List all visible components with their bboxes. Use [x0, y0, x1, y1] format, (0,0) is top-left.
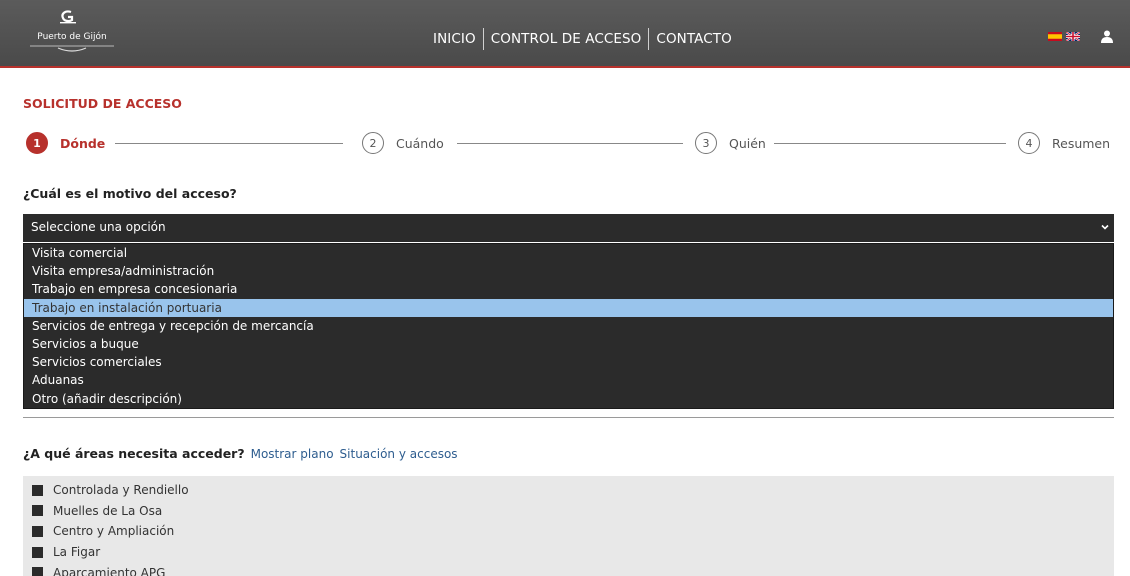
- show-map-link[interactable]: Mostrar plano: [251, 447, 334, 461]
- nav-contacto[interactable]: CONTACTO: [656, 31, 731, 47]
- nav-control-de-acceso[interactable]: CONTROL DE ACCESO: [491, 31, 642, 47]
- step-number: 4: [1018, 132, 1040, 154]
- location-access-link[interactable]: Situación y accesos: [340, 447, 458, 461]
- page-title: SOLICITUD DE ACCESO: [23, 96, 182, 111]
- top-bar: Puerto de Gijón INICIO CONTROL DE ACCESO…: [0, 0, 1130, 68]
- description-field-underline: [23, 408, 1114, 418]
- access-reason-dropdown: Visita comercial Visita empresa/administ…: [23, 243, 1114, 409]
- step-label: Resumen: [1052, 135, 1111, 151]
- nav-divider: [648, 28, 650, 50]
- step-connector: [774, 143, 1006, 144]
- areas-header: ¿A qué áreas necesita acceder? Mostrar p…: [23, 446, 458, 461]
- option-servicios-buque[interactable]: Servicios a buque: [24, 335, 1113, 353]
- access-reason-select[interactable]: Seleccione una opción: [23, 214, 1114, 242]
- list-item[interactable]: Aparcamiento APG: [23, 562, 1114, 576]
- option-servicios-comerciales[interactable]: Servicios comerciales: [24, 353, 1113, 371]
- progress-stepper: 1 Dónde 2 Cuándo 3 Quién 4 Resumen: [25, 132, 1115, 156]
- logo-wave-icon: [30, 45, 114, 52]
- uk-flag-icon[interactable]: [1066, 32, 1080, 41]
- language-switcher: [1048, 32, 1080, 41]
- checkbox-icon[interactable]: [32, 505, 43, 517]
- step-number: 1: [26, 132, 48, 154]
- checkbox-icon[interactable]: [32, 567, 43, 576]
- logo-mark-icon: [60, 10, 76, 24]
- areas-question: ¿A qué áreas necesita acceder?: [23, 446, 245, 461]
- spain-flag-icon[interactable]: [1048, 32, 1062, 41]
- list-item[interactable]: Centro y Ampliación: [23, 521, 1114, 542]
- nav-divider: [482, 28, 484, 50]
- area-label: Controlada y Rendiello: [53, 483, 189, 498]
- access-reason-question: ¿Cuál es el motivo del acceso?: [23, 186, 237, 201]
- list-item[interactable]: Muelles de La Osa: [23, 501, 1114, 522]
- checkbox-icon[interactable]: [32, 525, 43, 537]
- chevron-down-icon: [1101, 224, 1109, 230]
- port-logo[interactable]: Puerto de Gijón: [22, 8, 122, 58]
- step-connector: [457, 143, 683, 144]
- step-cuando[interactable]: 2 Cuándo: [356, 132, 450, 154]
- option-servicios-entrega[interactable]: Servicios de entrega y recepción de merc…: [24, 317, 1113, 335]
- select-value: Seleccione una opción: [31, 220, 166, 234]
- option-aduanas[interactable]: Aduanas: [24, 371, 1113, 389]
- step-label: Cuándo: [396, 135, 444, 151]
- area-label: Muelles de La Osa: [53, 503, 163, 518]
- list-item[interactable]: La Figar: [23, 542, 1114, 563]
- option-visita-empresa[interactable]: Visita empresa/administración: [24, 262, 1113, 280]
- checkbox-icon[interactable]: [32, 484, 43, 496]
- step-resumen[interactable]: 4 Resumen: [1012, 132, 1111, 154]
- main-nav: INICIO CONTROL DE ACCESO CONTACTO: [433, 27, 732, 51]
- step-connector: [115, 143, 343, 144]
- areas-list: Controlada y Rendiello Muelles de La Osa…: [23, 476, 1114, 576]
- area-label: La Figar: [53, 545, 101, 560]
- step-donde[interactable]: 1 Dónde: [26, 132, 105, 154]
- checkbox-icon[interactable]: [32, 546, 43, 558]
- step-label: Quién: [729, 135, 766, 151]
- step-number: 2: [362, 132, 384, 154]
- step-number: 3: [695, 132, 717, 154]
- nav-inicio[interactable]: INICIO: [433, 31, 476, 47]
- option-otro[interactable]: Otro (añadir descripción): [24, 390, 1113, 408]
- list-item[interactable]: Controlada y Rendiello: [23, 480, 1114, 501]
- option-trabajo-concesionaria[interactable]: Trabajo en empresa concesionaria: [24, 280, 1113, 298]
- area-label: Centro y Ampliación: [53, 524, 175, 539]
- option-visita-comercial[interactable]: Visita comercial: [24, 244, 1113, 262]
- step-label: Dónde: [60, 135, 106, 151]
- area-label: Aparcamiento APG: [53, 565, 166, 576]
- option-trabajo-instalacion[interactable]: Trabajo en instalación portuaria: [24, 298, 1113, 317]
- logo-text: Puerto de Gijón: [37, 32, 107, 42]
- user-icon[interactable]: [1101, 30, 1113, 43]
- step-quien[interactable]: 3 Quién: [689, 132, 772, 154]
